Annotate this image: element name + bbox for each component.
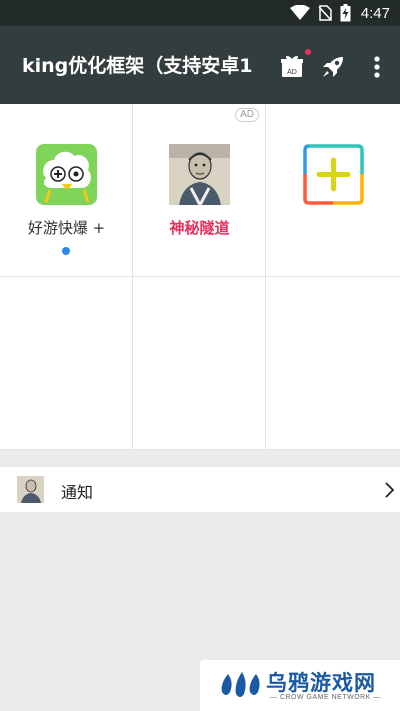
grid-empty-slot bbox=[266, 277, 400, 450]
gift-badge-text: AD bbox=[287, 69, 297, 76]
update-dot bbox=[62, 247, 70, 255]
grid-empty-slot bbox=[0, 277, 133, 450]
grid-item-shenmi[interactable]: AD 神秘隧道 bbox=[133, 104, 266, 277]
no-sim-icon bbox=[318, 5, 332, 21]
app-grid: 好游快爆 + AD 神秘隧道 bbox=[0, 104, 400, 450]
watermark-title: 乌鸦游戏网 bbox=[266, 671, 376, 695]
portrait-app-icon bbox=[169, 144, 230, 205]
wifi-icon bbox=[289, 5, 310, 20]
battery-charging-icon bbox=[340, 4, 351, 22]
grid-add-button[interactable] bbox=[266, 104, 400, 277]
status-time: 4:47 bbox=[360, 4, 390, 22]
rocket-icon[interactable] bbox=[320, 54, 346, 80]
ad-badge: AD bbox=[235, 108, 259, 122]
grid-item-label: 好游快爆 + bbox=[27, 219, 106, 237]
grid-empty-slot bbox=[133, 277, 266, 450]
crow-logo-icon bbox=[221, 672, 260, 697]
grid-item-haoyou[interactable]: 好游快爆 + bbox=[0, 104, 133, 277]
haoyou-app-icon bbox=[36, 144, 97, 205]
status-bar: 4:47 bbox=[0, 0, 400, 26]
add-icon bbox=[303, 144, 364, 205]
watermark: 乌鸦游戏网 — CROW GAME NETWORK — bbox=[200, 660, 400, 711]
grid-item-label: 神秘隧道 bbox=[169, 219, 230, 237]
notification-row[interactable]: 通知 bbox=[0, 467, 400, 512]
ad-gift-icon[interactable]: AD bbox=[280, 54, 304, 78]
watermark-subtitle: — CROW GAME NETWORK — bbox=[270, 694, 381, 701]
more-options-icon[interactable] bbox=[366, 54, 388, 80]
notification-label: 通知 bbox=[61, 483, 94, 502]
notification-dot bbox=[305, 49, 311, 55]
chevron-right-icon bbox=[385, 482, 394, 498]
app-title: king优化框架（支持安卓1 bbox=[22, 55, 253, 77]
avatar bbox=[17, 476, 44, 503]
status-icons: 4:47 bbox=[289, 4, 390, 22]
